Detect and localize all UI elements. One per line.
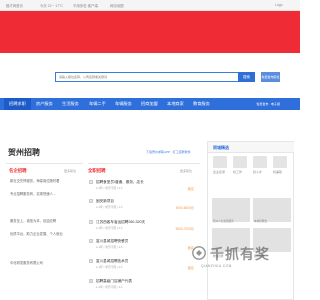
publish-job-button[interactable]: 免费发布职位 [261, 72, 280, 82]
job-row[interactable]: 5 富川县城招聘技术员 1-3年 | 学历不限 | 2人 面议 [88, 257, 200, 276]
fulltime-jobs-panel: 全职招聘 更多职位 1 招聘食堂员/普通、服务、店长 1-3年 | 学历不限 |… [88, 163, 200, 300]
job-meta: 1-3年 | 学历不限 | 5人 [96, 226, 123, 230]
famous-companies-panel: 名企招聘 更多职位 新社交先锋服务，海量岗位随时看 专业招聘服务商，实现快速人.… [6, 163, 83, 300]
job-meta: 1-3年 | 学历不限 | 2人 [96, 245, 123, 249]
thumbnail-caption: 贺州人力资源服务 [213, 220, 234, 223]
avatar[interactable] [213, 156, 227, 168]
nav-item-life[interactable]: 生活服务 [62, 98, 79, 110]
search-button[interactable]: 搜索 [238, 72, 255, 82]
job-title[interactable]: 招聘食堂员/普通、服务、店长 [96, 180, 144, 185]
job-row[interactable]: 6 招聘高级门店铺户代表 1-3年 | 学历不限 | 3人 [88, 277, 200, 296]
red-banner [0, 11, 300, 53]
topbar-app-link[interactable]: 不用多说·客户端 [73, 3, 98, 8]
thumbnail-caption: 本地招聘会 [254, 220, 267, 223]
more-link[interactable]: 更多职位 [64, 169, 76, 173]
nav-item-jobs[interactable]: 招聘求职 [4, 98, 31, 110]
job-title[interactable]: 江苏西客车省运招聘260-320天 [96, 220, 145, 225]
job-row[interactable]: 4 富川县城招聘快餐员 1-3年 | 学历不限 | 2人 面议 [88, 237, 200, 256]
nav-item-secondhand[interactable]: 车辆二手 [89, 98, 106, 110]
panel-title: 名企招聘 [9, 168, 27, 173]
nav-right-link[interactable]: 免费发布 · 电子报 [256, 98, 280, 110]
top-bar: 猎才网首页 今天 22 ~ 17°C 不用多说·客户端 网站地图 Logo [0, 0, 300, 11]
job-title[interactable]: 富川县城招聘快餐员 [96, 239, 128, 244]
main-nav: 招聘求职 房产服务 生活服务 车辆二手 车辆服务 招商加盟 本地商家 教育服务 … [0, 98, 300, 110]
more-link[interactable]: 更多职位 [180, 169, 192, 173]
job-title[interactable]: 富川县城招聘技术员 [96, 259, 128, 264]
job-rank: 5 [89, 259, 93, 263]
company-item[interactable]: 服务至上，诚信为本，欢迎应聘 [10, 218, 82, 224]
job-rank: 1 [89, 180, 93, 184]
nav-item-car-service[interactable]: 车辆服务 [115, 98, 132, 110]
search-input[interactable] [55, 72, 239, 82]
topbar-right-link[interactable]: Logo [275, 3, 283, 7]
featured-title: 同城精选 [213, 145, 229, 150]
avatar-label: 找人才 [253, 170, 263, 174]
avatar-label: 企业名录 [213, 170, 226, 174]
panel-title: 全职招聘 [88, 168, 106, 173]
job-meta: 1-3年 | 学历不限 | 2人 [96, 186, 123, 190]
featured-header: 同城精选 [208, 142, 294, 153]
nav-item-local-shops[interactable]: 本地商家 [167, 98, 184, 110]
nav-item-franchise[interactable]: 招商加盟 [141, 98, 158, 110]
job-meta: 1-3年 | 学历不限 | 3人 [96, 285, 123, 289]
job-meta: 1-3年 | 学历不限 | 2人 [96, 265, 123, 269]
job-rank: 3 [89, 220, 93, 224]
company-item[interactable]: 专业招聘服务商，实现快速人... [10, 191, 82, 197]
company-item[interactable]: 优质平台，助力企业发展、个人就业 [10, 231, 82, 237]
featured-panel: 同城精选 企业名录 找工作 找人才 找兼职 贺州人力资源服务 本地招聘会 物流招… [207, 141, 294, 300]
watermark-logo-icon [192, 246, 206, 260]
topbar-weather: 今天 22 ~ 17°C [40, 4, 63, 8]
avatar-label: 找兼职 [273, 170, 283, 174]
job-row[interactable]: 2 固安新项目 1-3年 | 学历不限 | 1人 4000-6000元 [88, 197, 200, 216]
company-item[interactable]: 新社交先锋服务，海量岗位随时看 [10, 178, 82, 184]
company-item[interactable]: 中化研发服务有限公司 [10, 260, 82, 266]
nav-item-property[interactable]: 房产服务 [36, 98, 53, 110]
avatar[interactable] [233, 156, 247, 168]
job-rank: 4 [89, 239, 93, 243]
nav-item-education[interactable]: 教育服务 [193, 98, 210, 110]
avatar-label: 找工作 [233, 170, 243, 174]
topbar-sitemap-link[interactable]: 网站地图 [110, 3, 124, 8]
job-row[interactable]: 1 招聘食堂员/普通、服务、店长 1-3年 | 学历不限 | 2人 面议 [88, 178, 200, 197]
job-row[interactable]: 3 江苏西客车省运招聘260-320天 1-3年 | 学历不限 | 5人 500… [88, 218, 200, 237]
job-title[interactable]: 固安新项目 [96, 199, 114, 204]
job-salary: 4000-6000元 [175, 206, 194, 210]
avatar[interactable] [273, 156, 287, 168]
avatar[interactable] [253, 156, 267, 168]
watermark-subtitle: QIANZHUA.COM [201, 264, 232, 268]
job-rank: 2 [89, 199, 93, 203]
job-title[interactable]: 招聘高级门店铺户代表 [96, 279, 132, 284]
topbar-home-link[interactable]: 猎才网首页 [6, 3, 23, 8]
search-bar: 搜索 [55, 72, 255, 82]
job-rank: 6 [89, 279, 93, 283]
app-download-link[interactable]: 下载贺州求职APP · 打工招聘软件 [146, 150, 191, 154]
job-salary: 5000-7000元 [175, 227, 194, 231]
job-salary: 面议 [187, 187, 194, 191]
job-salary: 面议 [187, 266, 194, 270]
page-title: 贺州招聘 [8, 148, 40, 157]
watermark-title: 千抓有奖 [210, 246, 270, 262]
job-meta: 1-3年 | 学历不限 | 1人 [96, 205, 123, 209]
